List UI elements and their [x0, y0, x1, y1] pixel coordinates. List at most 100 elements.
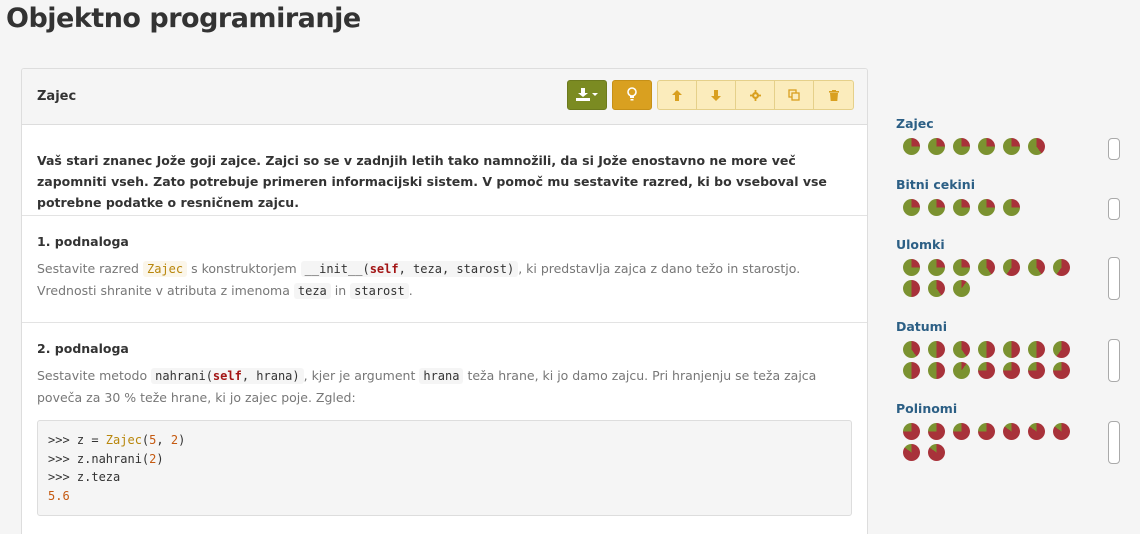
progress-pie[interactable] — [978, 138, 995, 155]
progress-pie[interactable] — [928, 199, 945, 216]
progress-pie[interactable] — [928, 362, 945, 379]
progress-pie[interactable] — [1028, 341, 1045, 358]
settings-button[interactable] — [736, 81, 775, 109]
progress-pies — [896, 199, 1092, 216]
page-title: Objektno programiranje — [6, 3, 361, 34]
trash-icon — [828, 86, 839, 105]
progress-pie[interactable] — [928, 444, 945, 461]
code-token: >>> z.nahrani( — [48, 451, 150, 466]
sidebar-group-zajec: Zajec — [896, 116, 1136, 160]
progress-pie[interactable] — [978, 199, 995, 216]
code-token: ) — [178, 433, 186, 447]
download-button[interactable] — [567, 80, 607, 110]
progress-pie[interactable] — [953, 138, 970, 155]
progress-pie[interactable] — [903, 362, 920, 379]
progress-pie[interactable] — [953, 280, 970, 297]
progress-pie[interactable] — [903, 341, 920, 358]
progress-pie[interactable] — [903, 280, 920, 297]
progress-pies — [896, 138, 1092, 155]
subtask-1: 1. podnaloga Sestavite razred Zajec s ko… — [22, 216, 867, 323]
problem-intro: Vaš stari znanec Jože goji zajce. Zajci … — [22, 125, 867, 216]
problem-panel: Zajec Vaš stari znanec Jože goji zajce. … — [21, 68, 868, 534]
progress-pie[interactable] — [1003, 199, 1020, 216]
code-example: >>> z = Zajec(5, 2) >>> z.nahrani(2) >>>… — [37, 420, 852, 516]
progress-pie[interactable] — [1028, 423, 1045, 440]
progress-pie[interactable] — [953, 362, 970, 379]
scrollbar[interactable] — [1108, 339, 1120, 382]
subtask-description: Sestavite razred Zajec s konstruktorjem … — [37, 258, 852, 302]
code-token: nahrani( — [155, 369, 213, 383]
scrollbar[interactable] — [1108, 198, 1120, 220]
group-title[interactable]: Datumi — [896, 319, 1136, 334]
progress-pie[interactable] — [1003, 138, 1020, 155]
progress-pie[interactable] — [978, 341, 995, 358]
progress-pie[interactable] — [903, 259, 920, 276]
code-token: ) — [156, 451, 164, 466]
progress-pie[interactable] — [1003, 362, 1020, 379]
progress-pie[interactable] — [1053, 341, 1070, 358]
copy-icon — [788, 86, 800, 105]
progress-pie[interactable] — [953, 199, 970, 216]
progress-pie[interactable] — [953, 341, 970, 358]
code-token: >>> z = — [48, 433, 106, 447]
progress-pie[interactable] — [1028, 362, 1045, 379]
progress-pie[interactable] — [903, 423, 920, 440]
progress-pie[interactable] — [1053, 259, 1070, 276]
progress-pie[interactable] — [1053, 423, 1070, 440]
progress-pie[interactable] — [1003, 423, 1020, 440]
text-segment: Sestavite metodo — [37, 368, 148, 383]
progress-pies — [896, 259, 1092, 297]
group-title[interactable]: Zajec — [896, 116, 1136, 131]
progress-pie[interactable] — [1003, 259, 1020, 276]
text-segment: s konstruktorjem — [191, 261, 297, 276]
code-keyword: self — [369, 262, 399, 276]
group-title[interactable]: Polinomi — [896, 401, 1136, 416]
progress-pie[interactable] — [1028, 138, 1045, 155]
code-token: , — [156, 433, 171, 447]
progress-pie[interactable] — [928, 280, 945, 297]
subtask-heading: 2. podnaloga — [37, 341, 129, 356]
progress-pie[interactable] — [928, 259, 945, 276]
sidebar-group-datumi: Datumi — [896, 319, 1136, 382]
progress-pie[interactable] — [1053, 362, 1070, 379]
scrollbar[interactable] — [1108, 257, 1120, 300]
delete-button[interactable] — [814, 81, 853, 109]
code-number: 2 — [170, 433, 179, 447]
progress-pie[interactable] — [928, 138, 945, 155]
inline-code: teza — [293, 283, 331, 299]
download-icon — [576, 86, 598, 105]
hint-button[interactable] — [612, 80, 652, 110]
text-segment: . — [408, 283, 413, 298]
scrollbar[interactable] — [1108, 421, 1120, 464]
arrow-up-icon — [672, 86, 682, 105]
subtask-description: Sestavite metodo nahrani(self, hrana), k… — [37, 365, 852, 408]
sidebar-group-polinomi: Polinomi — [896, 401, 1136, 464]
copy-button[interactable] — [775, 81, 814, 109]
move-down-button[interactable] — [697, 81, 736, 109]
subtask-heading: 1. podnaloga — [37, 234, 129, 249]
progress-pie[interactable] — [978, 362, 995, 379]
progress-pie[interactable] — [903, 199, 920, 216]
progress-pie[interactable] — [1028, 259, 1045, 276]
problem-header: Zajec — [22, 69, 867, 125]
progress-pie[interactable] — [928, 341, 945, 358]
inline-code: starost — [350, 283, 409, 299]
group-title[interactable]: Bitni cekini — [896, 177, 1136, 192]
intro-text: Vaš stari znanec Jože goji zajce. Zajci … — [37, 153, 827, 210]
inline-code: hrana — [419, 368, 464, 384]
progress-pie[interactable] — [978, 423, 995, 440]
group-title[interactable]: Ulomki — [896, 237, 1136, 252]
move-up-button[interactable] — [658, 81, 697, 109]
progress-pie[interactable] — [953, 259, 970, 276]
problem-title: Zajec — [37, 89, 77, 104]
progress-pie[interactable] — [953, 423, 970, 440]
progress-pie[interactable] — [903, 138, 920, 155]
sidebar-group-ulomki: Ulomki — [896, 237, 1136, 300]
scrollbar[interactable] — [1108, 138, 1120, 160]
text-segment: in — [334, 283, 347, 298]
progress-pie[interactable] — [928, 423, 945, 440]
progress-pie[interactable] — [1003, 341, 1020, 358]
progress-pie[interactable] — [903, 444, 920, 461]
progress-pie[interactable] — [978, 259, 995, 276]
progress-pies — [896, 423, 1092, 461]
